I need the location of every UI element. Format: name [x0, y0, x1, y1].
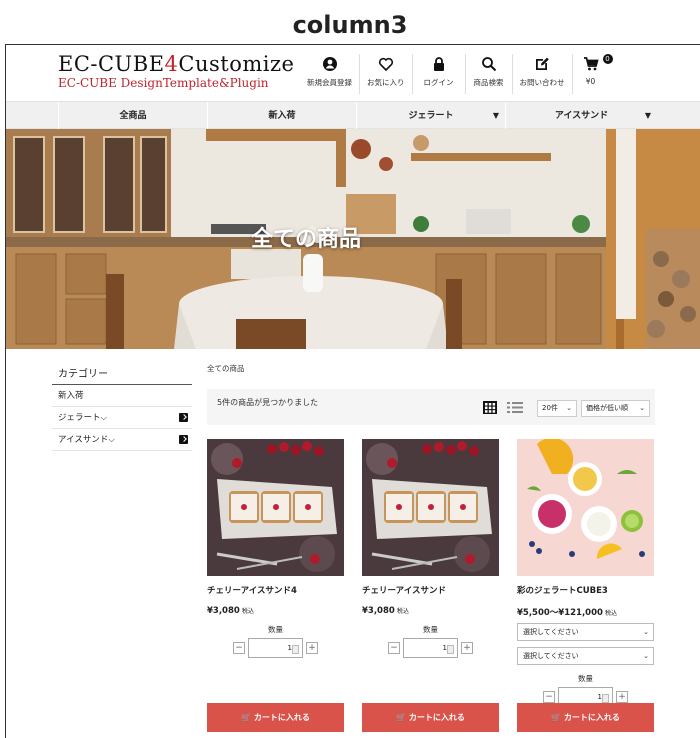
- cart-link[interactable]: 0 ¥0: [571, 54, 613, 94]
- catnav-new-arrivals[interactable]: 新入荷: [207, 102, 356, 130]
- logo-title: EC-CUBE4Customize: [58, 52, 295, 76]
- increment-button[interactable]: +: [461, 642, 473, 654]
- favorites-link[interactable]: お気に入り: [359, 54, 412, 94]
- product-card: チェリーアイスサンド4 ¥3,080 税込 数量 − 1 + 🛒 カートに入れる: [207, 439, 344, 732]
- list-view-icon[interactable]: [507, 401, 523, 414]
- expand-icon[interactable]: [179, 413, 188, 422]
- option-select-2[interactable]: 選択してください ⌄: [517, 647, 654, 665]
- quantity-stepper: − 1 +: [362, 638, 499, 658]
- logo-subtitle: EC-CUBE DesignTemplate&Plugin: [58, 76, 269, 90]
- chevron-down-icon: ⌄: [566, 404, 572, 412]
- product-price: ¥5,500～¥121,000 税込: [517, 608, 617, 618]
- cart-total: ¥0: [585, 77, 596, 86]
- product-list-main: 全ての商品 5件の商品が見つかりました 20件 ⌄ 価格が低い順 ⌄ チェリーア…: [207, 363, 655, 732]
- page-caption: column3: [292, 11, 408, 39]
- chevron-down-icon: ▼: [492, 111, 499, 120]
- catnav-all-products[interactable]: 全商品: [58, 102, 207, 130]
- option-select-1[interactable]: 選択してください ⌄: [517, 623, 654, 641]
- user-icon: [322, 57, 337, 71]
- lock-icon: [433, 57, 444, 71]
- result-toolbar: 5件の商品が見つかりました 20件 ⌄ 価格が低い順 ⌄: [207, 389, 655, 425]
- heart-icon: [378, 57, 393, 72]
- sidebar-heading: カテゴリー: [52, 363, 192, 385]
- product-name[interactable]: チェリーアイスサンド: [362, 584, 499, 596]
- sidebar-item-gelato[interactable]: ジェラート⌵: [52, 407, 192, 429]
- add-to-cart-button[interactable]: 🛒 カートに入れる: [207, 703, 344, 732]
- expand-icon[interactable]: [179, 435, 188, 444]
- grid-view-icon[interactable]: [483, 401, 497, 414]
- contact-link[interactable]: お問い合わせ: [511, 54, 572, 94]
- sidebar-item-ice-sand[interactable]: アイスサンド⌵: [52, 429, 192, 451]
- decrement-button[interactable]: −: [388, 642, 400, 654]
- category-nav-bar: 全商品 新入荷 ジェラート ▼ アイスサンド ▼: [6, 101, 700, 130]
- hero-banner: 全ての商品: [6, 129, 700, 349]
- chevron-down-icon: ⌄: [643, 652, 649, 660]
- quantity-input[interactable]: 1: [403, 638, 458, 658]
- quantity-input[interactable]: 1: [248, 638, 303, 658]
- decrement-button[interactable]: −: [233, 642, 245, 654]
- quantity-label: 数量: [268, 625, 283, 634]
- add-to-cart-button[interactable]: 🛒 カートに入れる: [362, 703, 499, 732]
- register-link[interactable]: 新規会員登録: [300, 54, 359, 94]
- per-page-select[interactable]: 20件 ⌄: [537, 400, 577, 417]
- search-label: 商品検索: [473, 78, 504, 87]
- product-price: ¥3,080 税込: [362, 606, 409, 616]
- login-link[interactable]: ログイン: [411, 54, 465, 94]
- product-card: 彩のジェラートCUBE3 ¥5,500～¥121,000 税込 選択してください ⌄…: [517, 439, 654, 732]
- contact-label: お問い合わせ: [519, 78, 565, 87]
- edit-icon: [536, 57, 549, 70]
- cart-count-badge: 0: [602, 54, 613, 64]
- search-icon: [481, 57, 496, 72]
- increment-button[interactable]: +: [616, 691, 628, 703]
- login-label: ログイン: [423, 78, 454, 87]
- product-image[interactable]: [207, 439, 344, 576]
- search-link[interactable]: 商品検索: [464, 54, 512, 94]
- breadcrumb[interactable]: 全ての商品: [207, 363, 655, 374]
- cart-icon: 🛒: [551, 713, 562, 722]
- product-name[interactable]: 彩のジェラートCUBE3: [517, 584, 654, 596]
- sort-select[interactable]: 価格が低い順 ⌄: [581, 400, 650, 417]
- product-price: ¥3,080 税込: [207, 606, 254, 616]
- chevron-down-icon: ⌄: [643, 628, 649, 636]
- result-count: 5件の商品が見つかりました: [217, 398, 319, 407]
- product-image[interactable]: [517, 439, 654, 576]
- hero-title: 全ての商品: [250, 227, 361, 252]
- catnav-ice-sand[interactable]: アイスサンド ▼: [505, 102, 657, 130]
- category-sidebar: カテゴリー 新入荷 ジェラート⌵ アイスサンド⌵: [52, 363, 192, 451]
- cart-icon: 🛒: [241, 713, 252, 722]
- site-logo[interactable]: EC-CUBE4Customize EC-CUBE DesignTemplate…: [58, 53, 294, 91]
- quantity-label: 数量: [423, 625, 438, 634]
- increment-button[interactable]: +: [306, 642, 318, 654]
- cart-icon: [583, 57, 599, 71]
- product-card: チェリーアイスサンド ¥3,080 税込 数量 − 1 + 🛒 カートに入れる: [362, 439, 499, 732]
- product-image[interactable]: [362, 439, 499, 576]
- register-label: 新規会員登録: [307, 78, 352, 87]
- header-nav: 新規会員登録 お気に入り ログイン 商品検索 お問い合わせ 0 ¥0: [300, 54, 613, 94]
- catnav-gelato[interactable]: ジェラート ▼: [356, 102, 505, 130]
- store-page: EC-CUBE4Customize EC-CUBE DesignTemplate…: [5, 44, 700, 738]
- product-name[interactable]: チェリーアイスサンド4: [207, 584, 344, 596]
- site-header: EC-CUBE4Customize EC-CUBE DesignTemplate…: [6, 45, 700, 101]
- sidebar-item-new-arrivals[interactable]: 新入荷: [52, 385, 192, 407]
- cart-icon: 🛒: [396, 713, 407, 722]
- add-to-cart-button[interactable]: 🛒 カートに入れる: [517, 703, 654, 732]
- chevron-down-icon: ▼: [644, 111, 651, 120]
- favorites-label: お気に入り: [367, 78, 405, 87]
- chevron-down-icon: ⌄: [639, 404, 645, 412]
- quantity-stepper: − 1 +: [207, 638, 344, 658]
- quantity-label: 数量: [578, 674, 593, 683]
- decrement-button[interactable]: −: [543, 691, 555, 703]
